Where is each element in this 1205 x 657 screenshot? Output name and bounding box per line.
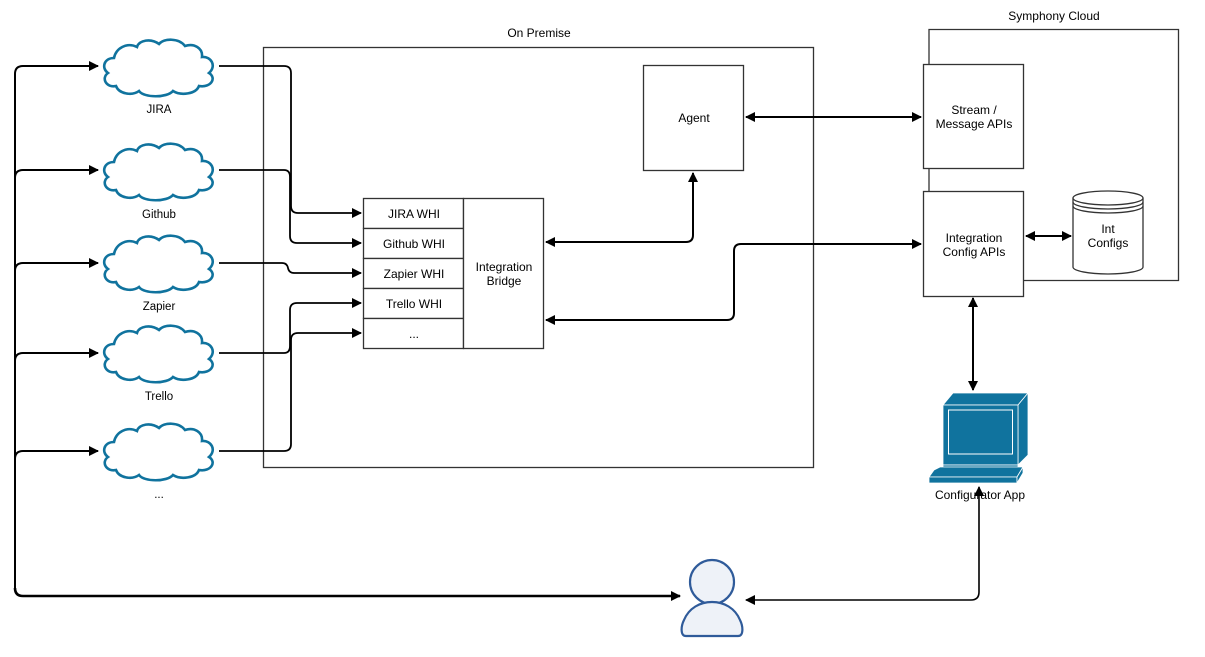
bridge-config-link <box>545 239 922 325</box>
cloud-trello-icon <box>102 324 215 384</box>
on-premise-label: On Premise <box>507 26 571 40</box>
zapier-to-whi <box>219 262 362 278</box>
whi-label-zapier: Zapier WHI <box>383 266 445 281</box>
whi-label-jira: JIRA WHI <box>387 206 440 221</box>
configurator-app-computer-icon <box>928 391 1029 485</box>
cloud-label-more: ... <box>154 489 164 501</box>
cloud-label-jira: JIRA <box>146 104 172 116</box>
trello-to-whi <box>219 298 362 354</box>
whi-label-github: Github WHI <box>382 236 445 251</box>
config-apis-label: Integration Config APIs <box>942 230 1006 259</box>
stream-apis-label: Stream / Message APIs <box>935 103 1013 131</box>
cloud-label-zapier: Zapier <box>142 301 176 313</box>
cloud-label-trello: Trello <box>144 391 174 403</box>
github-to-whi <box>219 169 362 248</box>
whi-label-trello: Trello WHI <box>385 296 443 311</box>
int-configs-label: Int Configs <box>1087 222 1129 250</box>
bus-to-github <box>14 165 99 179</box>
cloud-label-github: Github <box>142 209 176 221</box>
agent-label: Agent <box>678 111 710 125</box>
user-icon <box>680 558 744 638</box>
bus-to-user <box>13 587 681 601</box>
bus-to-trello <box>14 348 99 362</box>
bridge-agent-link <box>545 172 698 247</box>
more-to-whi <box>219 328 362 452</box>
app-user-link <box>745 486 984 605</box>
cloud-github-icon <box>102 142 215 202</box>
configurator-app-label: Configurator App <box>934 488 1026 502</box>
bus-to-jira <box>14 61 99 590</box>
whi-label-more: ... <box>408 326 419 341</box>
architecture-diagram <box>13 28 1180 638</box>
symphony-cloud-label: Symphony Cloud <box>1008 9 1100 23</box>
cloud-jira-icon <box>102 38 215 98</box>
bus-to-zapier <box>14 258 99 272</box>
cloud-more-icon <box>102 422 215 482</box>
bus-to-more <box>14 446 99 460</box>
integration-bridge-label: Integration Bridge <box>475 260 533 288</box>
cloud-zapier-icon <box>102 234 215 294</box>
